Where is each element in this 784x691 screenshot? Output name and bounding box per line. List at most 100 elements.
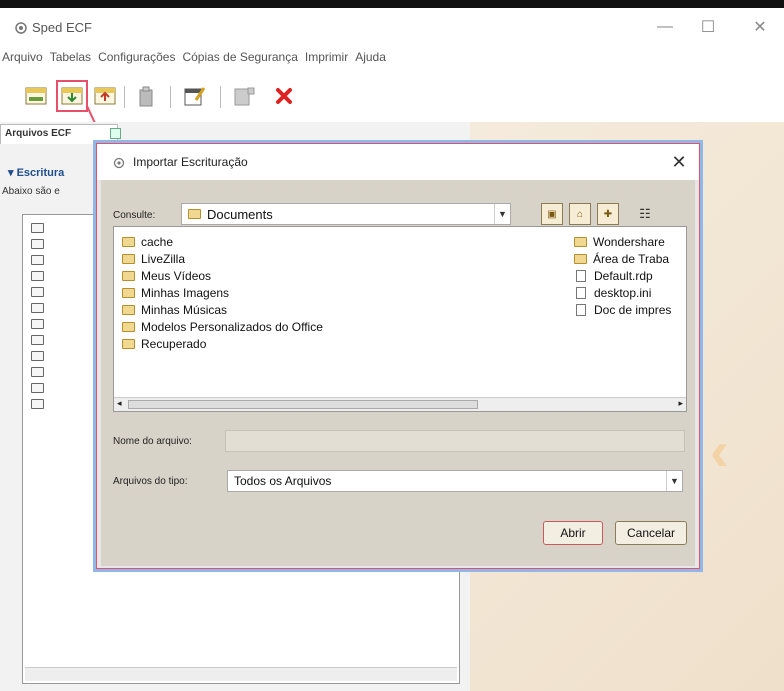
highlight-box (56, 80, 88, 112)
import-dialog: Importar Escrituração ✕ Consulte: Docume… (96, 143, 700, 569)
folder-icon (31, 367, 44, 377)
file-icon (576, 270, 586, 282)
lookin-combo[interactable]: Documents ▼ (181, 203, 511, 225)
folder-icon (122, 254, 135, 264)
section-title[interactable]: ▾ Escritura (8, 166, 64, 179)
list-item[interactable]: cache (122, 235, 173, 249)
filetype-label: Arquivos do tipo: (113, 476, 188, 487)
up-folder-button[interactable]: ▣ (541, 203, 563, 225)
list-view-icon: ☷ (639, 206, 651, 221)
file-list[interactable]: cache LiveZilla Meus Vídeos Minhas Image… (113, 226, 687, 412)
folder-icon (31, 271, 44, 281)
folder-icon (122, 322, 135, 332)
toolbar-separator (170, 86, 171, 108)
delete-icon[interactable] (272, 84, 296, 108)
menu-arquivo[interactable]: Arquivo (2, 50, 43, 64)
menu-ajuda[interactable]: Ajuda (355, 50, 386, 64)
app-title: Sped ECF (32, 20, 92, 35)
folder-icon (122, 339, 135, 349)
folder-icon (122, 288, 135, 298)
folder-icon (31, 239, 44, 249)
toolbar-separator (124, 86, 125, 108)
folder-icon (31, 383, 44, 393)
new-folder-button[interactable]: ✚ (597, 203, 619, 225)
list-item[interactable]: Minhas Músicas (122, 303, 227, 317)
top-border (0, 0, 784, 8)
chevron-left-icon[interactable]: ◂ (117, 398, 122, 409)
list-item[interactable]: desktop.ini (574, 286, 651, 300)
list-item[interactable]: Modelos Personalizados do Office (122, 320, 323, 334)
horizontal-scrollbar[interactable]: ◂ ▸ (114, 397, 686, 411)
filetype-combo[interactable]: Todos os Arquivos ▼ (227, 470, 683, 492)
folder-icon (122, 305, 135, 315)
app-title-bar: Sped ECF — ☐ ✕ (0, 8, 784, 46)
horizontal-scrollbar[interactable] (25, 667, 457, 681)
folder-icon (574, 237, 587, 247)
tab-label: Arquivos ECF (5, 128, 72, 139)
folder-icon (122, 271, 135, 281)
dialog-title: Importar Escrituração (133, 155, 248, 169)
file-icon (576, 304, 586, 316)
list-item[interactable]: Doc de impres (574, 303, 671, 317)
filename-field[interactable] (225, 430, 685, 452)
folder-icon (31, 255, 44, 265)
menu-configuracoes[interactable]: Configurações (98, 50, 175, 64)
list-item[interactable]: Área de Traba (574, 252, 669, 266)
tab-refresh-icon[interactable] (110, 128, 121, 139)
folder-icon (31, 303, 44, 313)
toolbar-separator (220, 86, 221, 108)
validate-icon[interactable] (232, 84, 256, 108)
minimize-button[interactable]: — (645, 12, 685, 42)
section-description: Abaixo são e (2, 186, 60, 197)
lookin-value: Documents (207, 206, 273, 222)
export-ecf-icon[interactable] (93, 84, 117, 108)
chevron-left-icon: ‹ (710, 419, 729, 482)
dialog-body: Consulte: Documents ▼ ▣ ⌂ ✚ ☷ cache Live… (101, 180, 695, 566)
folder-icon (31, 335, 44, 345)
folder-icon (31, 399, 44, 409)
list-item[interactable]: Default.rdp (574, 269, 653, 283)
java-app-icon (113, 157, 125, 169)
scrollbar-thumb[interactable] (128, 400, 478, 409)
building-icon[interactable] (134, 84, 158, 108)
folder-icon (122, 237, 135, 247)
folder-icon (31, 319, 44, 329)
up-folder-icon: ▣ (547, 208, 557, 220)
list-item[interactable]: LiveZilla (122, 252, 185, 266)
list-item[interactable]: Wondershare (574, 235, 665, 249)
close-button[interactable]: ✕ (740, 12, 780, 42)
folder-icon (188, 209, 201, 219)
open-button[interactable]: Abrir (543, 521, 603, 545)
home-button[interactable]: ⌂ (569, 203, 591, 225)
java-app-icon (15, 22, 27, 34)
menu-tabelas[interactable]: Tabelas (50, 50, 91, 64)
toolbar (0, 74, 784, 122)
dialog-close-button[interactable]: ✕ (667, 150, 691, 174)
list-item[interactable]: Recuperado (122, 337, 206, 351)
filetype-value: Todos os Arquivos (234, 474, 332, 488)
list-item[interactable]: Minhas Imagens (122, 286, 229, 300)
tab-arquivos-ecf[interactable]: Arquivos ECF (0, 124, 118, 144)
maximize-button[interactable]: ☐ (688, 12, 728, 42)
new-folder-icon: ✚ (603, 208, 613, 220)
file-icon (576, 287, 586, 299)
new-ecf-icon[interactable] (24, 84, 48, 108)
list-view-button[interactable]: ☷ (627, 203, 663, 225)
list-item[interactable]: Meus Vídeos (122, 269, 211, 283)
home-icon: ⌂ (576, 208, 584, 220)
chevron-down-icon[interactable]: ▼ (494, 204, 510, 224)
folder-icon (31, 351, 44, 361)
edit-document-icon[interactable] (182, 84, 206, 108)
chevron-right-icon[interactable]: ▸ (678, 398, 683, 409)
dialog-title-bar: Importar Escrituração ✕ (97, 144, 699, 180)
folder-icon (31, 223, 44, 233)
filename-label: Nome do arquivo: (113, 436, 192, 447)
menu-copias-seguranca[interactable]: Cópias de Segurança (182, 50, 297, 64)
menu-imprimir[interactable]: Imprimir (305, 50, 348, 64)
folder-icon (31, 287, 44, 297)
chevron-down-icon[interactable]: ▼ (666, 471, 682, 491)
menu-bar: Arquivo Tabelas Configurações Cópias de … (0, 46, 784, 68)
cancel-button[interactable]: Cancelar (615, 521, 687, 545)
folder-icon (574, 254, 587, 264)
tab-row: Arquivos ECF (0, 122, 470, 144)
